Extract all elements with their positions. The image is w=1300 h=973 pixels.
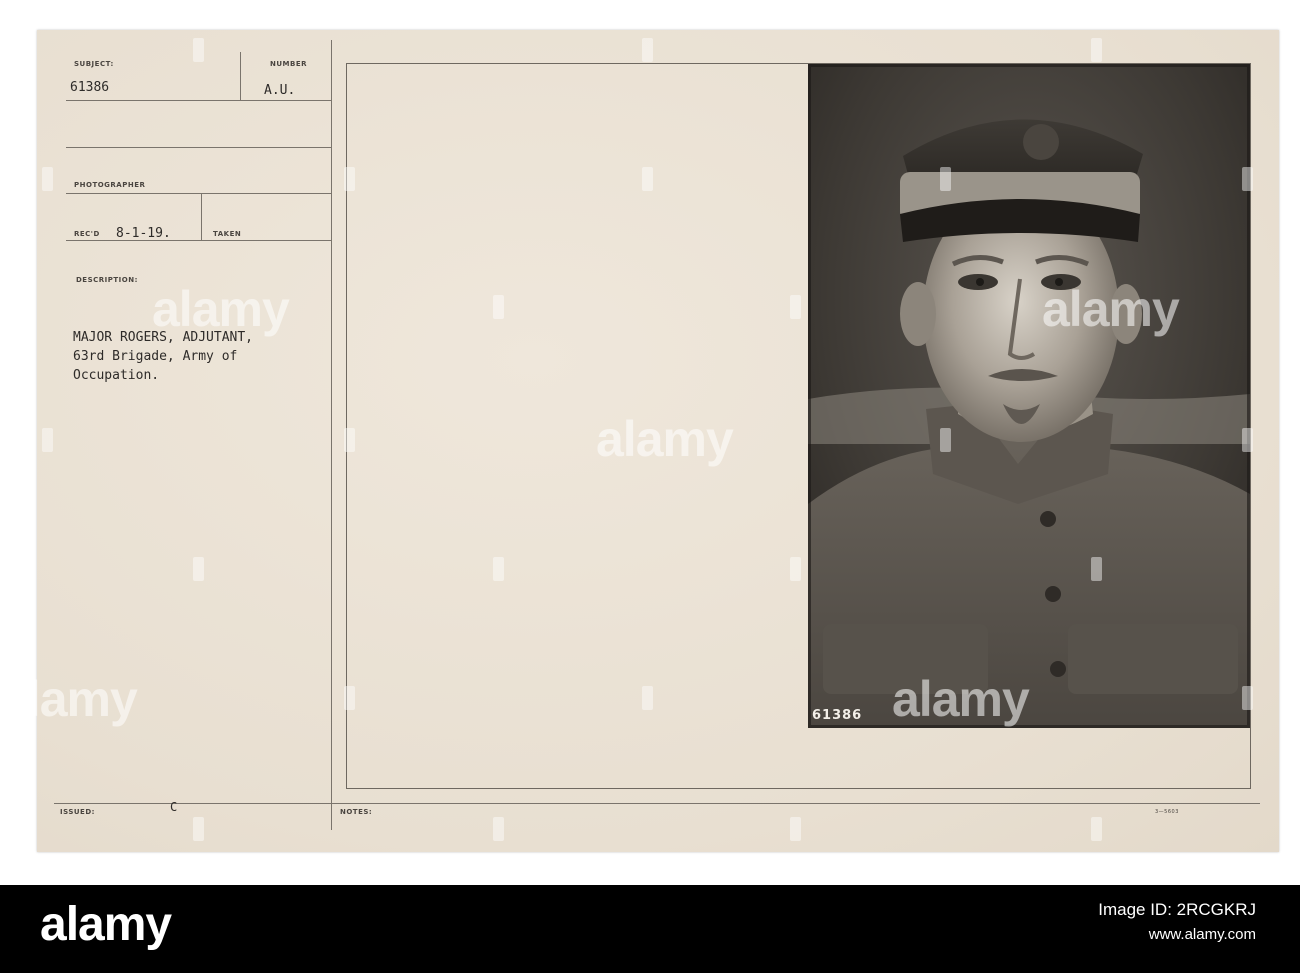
bottom-rule [54,803,1260,804]
number-label: NUMBER [270,60,308,68]
description-line: Occupation. [73,368,160,383]
watermark: alamy [1042,281,1180,337]
image-id: Image ID: 2RCGKRJ [1098,900,1256,919]
watermark: alamy [0,671,138,727]
blank-rule [66,147,332,148]
recd-rule [66,240,332,241]
watermark: alamy [892,671,1030,727]
subject-label: SUBJECT: [74,60,114,68]
description-label: DESCRIPTION: [76,276,138,284]
footer-logo[interactable]: alamy [40,897,172,952]
footer-bar [0,885,1300,973]
number-divider [240,52,241,100]
taken-divider [201,194,202,240]
subject-value: 61386 [70,80,110,95]
taken-label: TAKEN [213,230,242,238]
recd-value: 8-1-19. [116,226,171,241]
form-code: 3—5603 [1155,809,1179,815]
description-line: 63rd Brigade, Army of [73,349,238,364]
recd-label: REC'D [74,230,100,238]
issued-value: C [170,800,178,814]
number-value: A.U. [264,83,296,98]
subject-rule [66,100,332,101]
photographer-rule [66,193,332,194]
watermark: alamy [596,411,734,467]
footer-url[interactable]: www.alamy.com [1149,926,1256,943]
portrait-photo [808,64,1250,728]
photo-number: 61386 [812,708,863,723]
watermark: alamy [152,281,290,337]
portrait-officer-icon [808,64,1250,728]
photographer-label: PHOTOGRAPHER [74,181,146,189]
notes-label: NOTES: [340,808,373,816]
issued-label: ISSUED: [60,808,95,816]
left-column-divider [331,40,332,830]
